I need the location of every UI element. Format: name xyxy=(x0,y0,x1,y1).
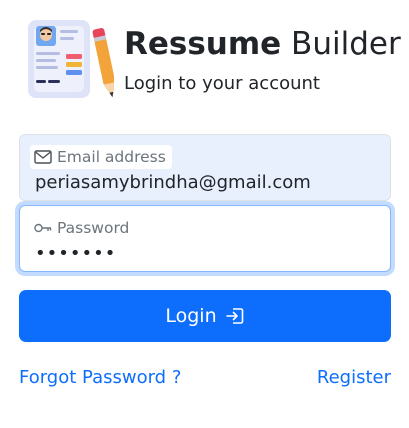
resume-logo-icon xyxy=(22,18,116,104)
login-arrow-icon xyxy=(225,306,245,326)
email-label-text: Email address xyxy=(57,148,166,166)
login-button[interactable]: Login xyxy=(19,290,391,342)
email-input[interactable]: periasamybrindha@gmail.com xyxy=(35,171,311,195)
page-subtitle: Login to your account xyxy=(124,73,320,94)
envelope-icon xyxy=(34,150,52,164)
password-field[interactable]: Password ••••••• xyxy=(19,205,391,272)
app-header: Ressume Builder Login to your account xyxy=(22,18,402,104)
email-label: Email address xyxy=(30,145,172,169)
login-button-label: Login xyxy=(165,305,217,327)
forgot-password-link[interactable]: Forgot Password ? xyxy=(19,366,181,390)
register-link[interactable]: Register xyxy=(317,366,391,390)
key-icon xyxy=(34,222,52,234)
title-brand: Ressume xyxy=(124,26,282,62)
password-label-text: Password xyxy=(57,219,130,237)
title-rest: Builder xyxy=(281,26,401,62)
email-field[interactable]: Email address periasamybrindha@gmail.com xyxy=(19,134,391,201)
password-input[interactable]: ••••••• xyxy=(35,242,116,266)
page-title: Ressume Builder xyxy=(124,24,401,64)
password-label: Password xyxy=(30,216,135,240)
